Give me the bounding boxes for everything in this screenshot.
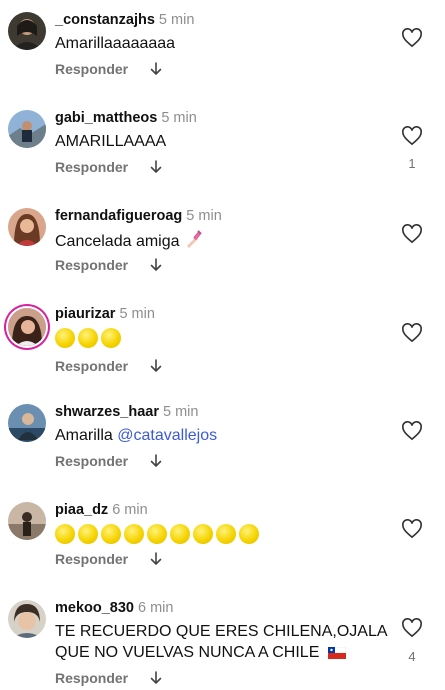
reply-row: Responder [55,358,162,374]
arrow-down-icon[interactable] [150,671,162,685]
comment-time: 5 min [186,208,222,224]
comment-username[interactable]: piaa_dz 6 min [55,502,148,518]
comment-time: 5 min [161,110,197,126]
reply-button[interactable]: Responder [55,257,128,273]
heart-outline-icon[interactable] [401,618,423,638]
yellow-circle-emoji [101,523,121,544]
comment-text-line-2: QUE NO VUELVAS NUNCA A CHILE [55,642,346,664]
yellow-circle-emoji [124,523,144,544]
chile-flag-emoji [327,646,346,659]
comment-text: Amarillaaaaaaaa [55,35,176,52]
heart-outline-icon[interactable] [401,323,423,343]
heart-outline-icon[interactable] [401,126,423,146]
arrow-down-icon[interactable] [150,160,162,174]
reply-button[interactable]: Responder [55,670,128,686]
reply-button[interactable]: Responder [55,159,128,175]
avatar[interactable] [8,502,46,540]
comment-text: Amarilla @catavallejos [55,427,218,444]
comment-username[interactable]: piaurizar 5 min [55,306,155,322]
reply-row: Responder [55,61,162,77]
heart-outline-icon[interactable] [401,28,423,48]
reply-row: Responder [55,670,162,686]
avatar[interactable] [8,308,46,346]
comment-text: Cancelada amiga [55,229,204,253]
heart-outline-icon[interactable] [401,519,423,539]
yellow-circle-emoji [78,327,98,348]
arrow-down-icon[interactable] [150,552,162,566]
comment-emoji-row [55,523,262,545]
comment-username[interactable]: mekoo_830 6 min [55,600,173,616]
mention-link[interactable]: @catavallejos [117,427,217,444]
reply-button[interactable]: Responder [55,358,128,374]
comment-time: 6 min [138,600,174,616]
reply-row: Responder [55,551,162,567]
arrow-down-icon[interactable] [150,359,162,373]
avatar[interactable] [8,110,46,148]
comment-emoji-row [55,327,124,349]
yellow-circle-emoji [147,523,167,544]
comment-time: 5 min [162,404,199,420]
reply-button[interactable]: Responder [55,61,128,77]
comment-time: 5 min [119,306,155,322]
reply-button[interactable]: Responder [55,551,128,567]
arrow-down-icon[interactable] [150,454,162,468]
reply-button[interactable]: Responder [55,453,128,469]
yellow-circle-emoji [78,523,98,544]
reply-row: Responder [55,159,162,175]
arrow-down-icon[interactable] [150,62,162,76]
yellow-circle-emoji [55,523,75,544]
comment-time: 6 min [112,502,148,518]
comment-username[interactable]: _constanzajhs 5 min [55,12,194,28]
yellow-circle-emoji [170,523,190,544]
comment-text-line-1: TE RECUERDO QUE ERES CHILENA,OJALA [55,623,388,640]
comment-text: AMARILLAAAA [55,133,167,150]
yellow-circle-emoji [55,327,75,348]
avatar[interactable] [8,404,46,442]
avatar[interactable] [8,600,46,638]
reply-row: Responder [55,453,162,469]
comment-username[interactable]: fernandafigueroag 5 min [55,208,222,224]
nail-polish-emoji [186,230,202,248]
yellow-circle-emoji [101,327,121,348]
heart-outline-icon[interactable] [401,421,423,441]
yellow-circle-emoji [193,523,213,544]
comment-username[interactable]: gabi_mattheos 5 min [55,110,197,126]
yellow-circle-emoji [239,523,259,544]
reply-row: Responder [55,257,162,273]
like-count: 4 [408,649,416,664]
heart-outline-icon[interactable] [401,224,423,244]
arrow-down-icon[interactable] [150,258,162,272]
avatar[interactable] [8,208,46,246]
comment-username[interactable]: shwarzes_haar 5 min [55,404,198,420]
yellow-circle-emoji [216,523,236,544]
comment-time: 5 min [158,12,195,28]
like-count: 1 [408,156,416,171]
avatar[interactable] [8,12,46,50]
